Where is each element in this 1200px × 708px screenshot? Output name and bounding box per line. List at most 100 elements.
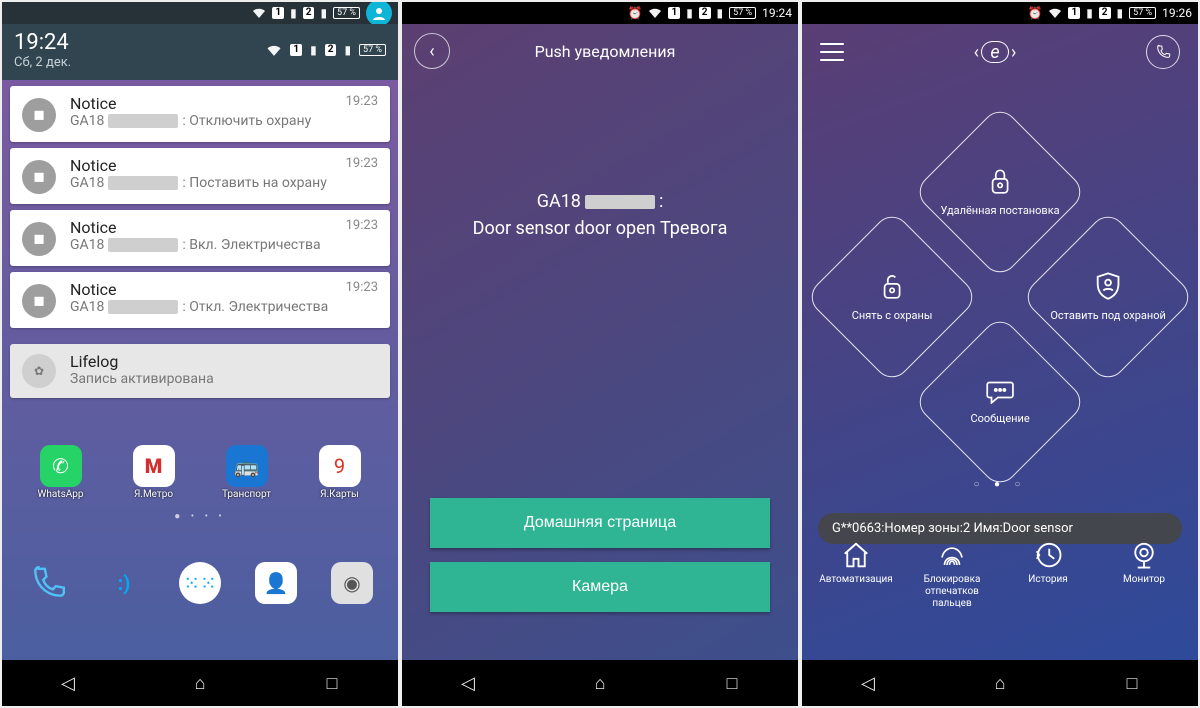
battery-icon: 57 % (729, 7, 756, 19)
menu-button[interactable] (820, 43, 844, 61)
tab-label: Монитор (1123, 574, 1165, 586)
app-label: WhatsApp (37, 489, 83, 500)
dock-apps[interactable]: ⁙⁙ (172, 562, 228, 604)
sim-2-icon: 2 (325, 44, 337, 56)
back-button[interactable]: ◁ (833, 673, 903, 694)
recents-button[interactable]: □ (297, 673, 367, 694)
tab-monitor[interactable]: Монитор (1099, 540, 1189, 586)
dock-camera[interactable]: ◉ (324, 562, 380, 604)
back-button[interactable]: ◁ (433, 673, 503, 694)
app-metro[interactable]: M Я.Метро (126, 445, 182, 500)
home-page-button[interactable]: Домашняя страница (430, 498, 770, 548)
chat-icon (985, 378, 1015, 404)
sim-2-icon: 2 (699, 7, 711, 19)
status-time: 19:24 (762, 6, 792, 20)
lock-open-icon (879, 271, 905, 301)
shade-time: 19:24 (14, 30, 71, 55)
shade-date: Сб, 2 дек. (14, 55, 71, 70)
profile-icon[interactable] (366, 2, 392, 26)
sms-icon: :) (103, 562, 145, 604)
app-label: Я.Карты (320, 489, 359, 500)
message-button[interactable]: Сообщение (912, 314, 1087, 489)
app-whatsapp[interactable]: ✆ WhatsApp (33, 445, 89, 500)
recents-button[interactable]: □ (697, 673, 767, 694)
notification-time: 19:23 (346, 156, 378, 175)
notification-item-lifelog[interactable]: ✿ Lifelog Запись активирована (10, 344, 390, 398)
signal-icon: ▮ (320, 6, 327, 20)
notification-item[interactable]: ◼ Notice 19:23 GA18: Отключить охрану (10, 86, 390, 142)
status-bar: 1 ▮ 2 ▮ 57 % (2, 2, 398, 24)
stay-arm-button[interactable]: Оставить под охраной (1020, 209, 1195, 384)
notification-time: 19:23 (346, 218, 378, 237)
call-button[interactable] (1146, 35, 1180, 69)
diamond-label: Сообщение (970, 412, 1029, 426)
wifi-icon (252, 7, 266, 19)
dock-contacts[interactable]: 👤 (248, 562, 304, 604)
shield-person-icon (1094, 271, 1122, 301)
signal-icon: ▮ (290, 6, 297, 20)
signal-icon: ▮ (310, 43, 317, 57)
maps-icon: 9 (319, 445, 361, 487)
notification-list: ◼ Notice 19:23 GA18: Отключить охрану ◼ … (10, 86, 390, 398)
sim-1-icon: 1 (668, 7, 680, 19)
signal-icon: ▮ (1117, 6, 1124, 20)
app-label: Транспорт (222, 489, 271, 500)
app-icon: ◼ (22, 98, 56, 132)
notification-time: 19:23 (346, 94, 378, 113)
remote-arm-button[interactable]: Удалённая постановка (912, 104, 1087, 279)
notification-title: Notice (70, 218, 117, 237)
app-icon: ◼ (22, 284, 56, 318)
sim-2-icon: 2 (1099, 7, 1111, 19)
whatsapp-icon: ✆ (40, 445, 82, 487)
app-transport[interactable]: 🚌 Транспорт (219, 445, 275, 500)
tab-history[interactable]: История (1003, 540, 1093, 586)
notification-text: GA18: Отключить охрану (70, 113, 378, 129)
history-icon (1033, 540, 1063, 570)
nav-bar: ◁ ⌂ □ (2, 660, 398, 706)
phone-1: 1 ▮ 2 ▮ 57 % 19:24 Сб, 2 дек. 1 ▮ 2 ▮ 57… (2, 2, 398, 706)
app-label: Я.Метро (134, 489, 173, 500)
home-button[interactable]: ⌂ (165, 673, 235, 694)
push-message: GA18: Door sensor door open Тревога (402, 188, 798, 242)
notification-item[interactable]: ◼ Notice 19:23 GA18: Поставить на охрану (10, 148, 390, 204)
dock-messages[interactable]: :) (96, 562, 152, 604)
webcam-icon (1129, 540, 1159, 570)
recents-button[interactable]: □ (1097, 673, 1167, 694)
tab-fingerprint[interactable]: Блокировка отпечатков пальцев (907, 540, 997, 610)
sim-1-icon: 1 (272, 7, 284, 19)
status-bar: ⏰ 1 ▮ 2 ▮ 57 % 19:26 (802, 2, 1198, 24)
home-screen: 19:24 Сб, 2 дек. 1 ▮ 2 ▮ 57 % LIVЯDЛÄÐA … (2, 24, 398, 660)
dock-phone[interactable] (20, 562, 76, 604)
camera-button[interactable]: Камера (430, 562, 770, 612)
app-icon: ◼ (22, 160, 56, 194)
page-indicator: ● • • • (2, 511, 398, 522)
contacts-icon: 👤 (255, 562, 297, 604)
status-time: 19:26 (1162, 6, 1192, 20)
notification-shade-header: 19:24 Сб, 2 дек. 1 ▮ 2 ▮ 57 % (2, 24, 398, 80)
app-row: ✆ WhatsApp M Я.Метро 🚌 Транспорт 9 Я.Кар… (2, 445, 398, 500)
bus-icon: 🚌 (226, 445, 268, 487)
sim-1-icon: 1 (1068, 7, 1080, 19)
notification-item[interactable]: ◼ Notice 19:23 GA18: Вкл. Электричества (10, 210, 390, 266)
home-button[interactable]: ⌂ (565, 673, 635, 694)
signal-icon: ▮ (344, 43, 351, 57)
phone-3: ⏰ 1 ▮ 2 ▮ 57 % 19:26 ‹e› (802, 2, 1198, 706)
notification-title: Lifelog (70, 352, 378, 371)
dock: :) ⁙⁙ 👤 ◉ (2, 562, 398, 612)
sim-2-icon: 2 (303, 7, 315, 19)
house-icon (841, 540, 871, 570)
back-button[interactable]: ◁ (33, 673, 103, 694)
nav-bar: ◁ ⌂ □ (402, 660, 798, 706)
tab-automation[interactable]: Автоматизация (811, 540, 901, 586)
push-screen: ‹ Push уведомления GA18: Door sensor doo… (402, 24, 798, 660)
page-indicator: ○ ● ○ (802, 479, 1198, 490)
notification-item[interactable]: ◼ Notice 19:23 GA18: Откл. Электричества (10, 272, 390, 328)
sim-1-icon: 1 (290, 44, 302, 56)
battery-icon: 57 % (1129, 7, 1156, 19)
app-icon: ◼ (22, 222, 56, 256)
phone-icon (27, 562, 69, 604)
disarm-button[interactable]: Снять с охраны (804, 209, 979, 384)
home-button[interactable]: ⌂ (965, 673, 1035, 694)
notification-text: Запись активирована (70, 371, 378, 387)
app-maps[interactable]: 9 Я.Карты (312, 445, 368, 500)
